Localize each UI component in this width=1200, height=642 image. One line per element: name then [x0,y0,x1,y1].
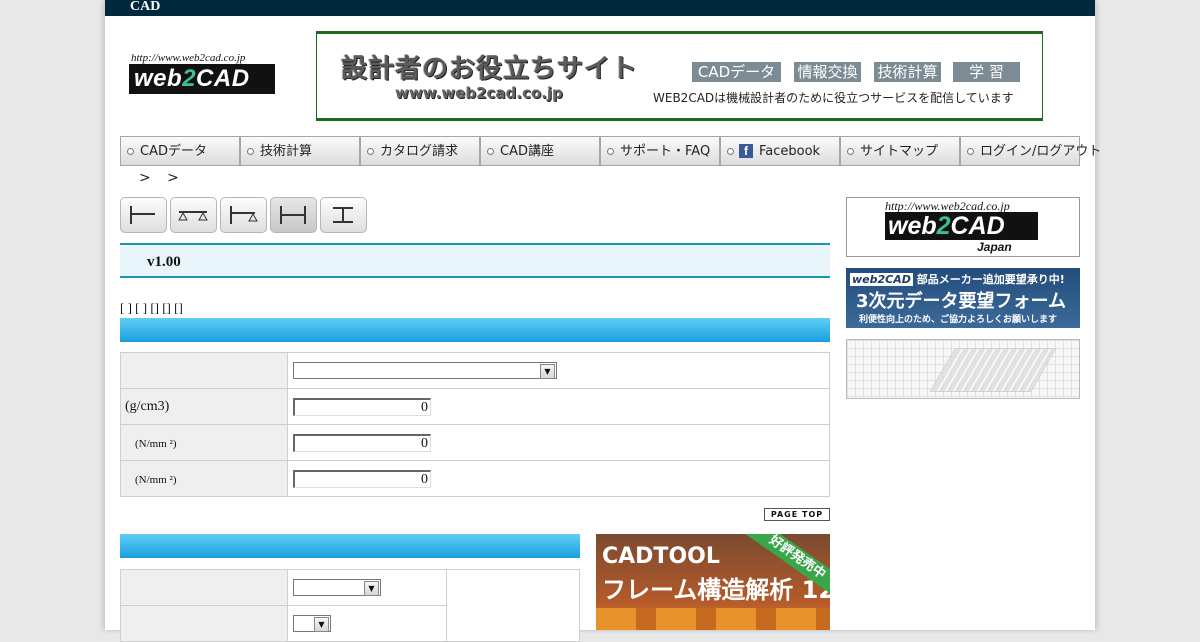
beam-i-section-icon[interactable] [320,197,367,233]
material-select[interactable]: ▼ [293,362,557,379]
sidebar-logo-mark: web2CAD [885,212,1038,240]
material-form: ▼ (g/cm3) 0 (N/mm ²) 0 (N/mm ²) 0 [120,352,830,497]
nav-item-support[interactable]: サポート・FAQ [600,136,720,166]
banner-button-tech-calc[interactable]: 技術計算 [874,62,941,82]
bullet-icon [967,148,974,155]
top-bar-title: CAD [130,0,161,14]
sidebar-keyboard-banner[interactable] [846,339,1080,399]
table-row: ▼ [120,569,580,642]
page-top-button[interactable]: PAGE TOP [764,508,830,521]
bullet-icon [127,148,134,155]
beam-cantilever-icon[interactable] [120,197,167,233]
row-label: (N/mm ²) [120,424,288,461]
modulus-input[interactable]: 0 [293,434,431,452]
banner-button-cad-data[interactable]: CADデータ [692,62,781,82]
chevron-down-icon: ▼ [540,364,555,379]
bullet-icon [247,148,254,155]
table-row: (N/mm ²) 0 [120,424,830,461]
top-bar: CAD [105,0,1095,16]
bracket-links[interactable]: [ ] [ ] [] [] [] [120,300,183,316]
banner-url: www.web2cad.co.jp [395,84,563,102]
banner-tagline: WEB2CADは機械設計者のために役立つサービスを配信しています [653,91,1014,105]
bullet-icon [727,148,734,155]
stress-input[interactable]: 0 [293,470,431,488]
section-header-bar-2 [120,534,580,558]
banner-button-info-exchange[interactable]: 情報交換 [794,62,861,82]
logo-url: http://www.web2cad.co.jp [131,52,246,64]
beam-fixed-icon[interactable] [220,197,267,233]
header-banner[interactable]: 設計者のお役立ちサイト www.web2cad.co.jp CADデータ 情報交… [316,31,1043,121]
row-label [120,352,288,389]
facebook-icon: f [739,144,753,158]
breadcrumb[interactable]: > > [139,170,185,186]
calculator-version: v1.00 [147,254,181,270]
page-container: CAD http://www.web2cad.co.jp web2CAD 設計者… [105,0,1101,642]
section-size-select[interactable]: ▼ [293,615,331,632]
keyboard-image [929,348,1057,392]
calculator-title-band: v1.00 [120,243,830,278]
beam-both-fixed-icon[interactable] [270,197,317,233]
table-row: ▼ [120,352,830,389]
nav-item-facebook[interactable]: f Facebook [720,136,840,166]
nav-item-sitemap[interactable]: サイトマップ [840,136,960,166]
site-logo[interactable]: http://www.web2cad.co.jp web2CAD [127,52,277,96]
table-row: (g/cm3) 0 [120,388,830,425]
row-label: (N/mm ²) [120,460,288,497]
nav-item-cad-course[interactable]: CAD講座 [480,136,600,166]
bullet-icon [487,148,494,155]
nav-item-tech-calc[interactable]: 技術計算 [240,136,360,166]
chevron-down-icon: ▼ [364,581,379,596]
sidebar-3d-request-banner[interactable]: web2CAD 部品メーカー追加要望承り中! 3次元データ要望フォーム 利便性向… [846,268,1080,328]
section-form: ▼ ▼ [120,569,580,642]
bullet-icon [847,148,854,155]
section-header-bar [120,318,830,342]
density-input[interactable]: 0 [293,398,431,416]
cadtool-ad-banner[interactable]: CADTOOL フレーム構造解析 12 好評発売中 [596,534,830,630]
banner-title: 設計者のお役立ちサイト [341,54,639,84]
ad-boxes-image [596,608,830,630]
row-label: (g/cm3) [120,388,288,425]
table-row: (N/mm ²) 0 [120,460,830,497]
bullet-icon [607,148,614,155]
nav-item-login[interactable]: ログイン/ログアウト [960,136,1101,166]
beam-simple-icon[interactable] [170,197,217,233]
nav-item-catalog[interactable]: カタログ請求 [360,136,480,166]
banner-button-learning[interactable]: 学 習 [953,62,1020,82]
sidebar-logo[interactable]: http://www.web2cad.co.jp web2CAD Japan [846,197,1080,257]
bullet-icon [367,148,374,155]
nav-item-cad-data[interactable]: CADデータ [120,136,240,166]
section-type-select[interactable]: ▼ [293,579,381,596]
logo-mark: web2CAD [129,64,275,94]
